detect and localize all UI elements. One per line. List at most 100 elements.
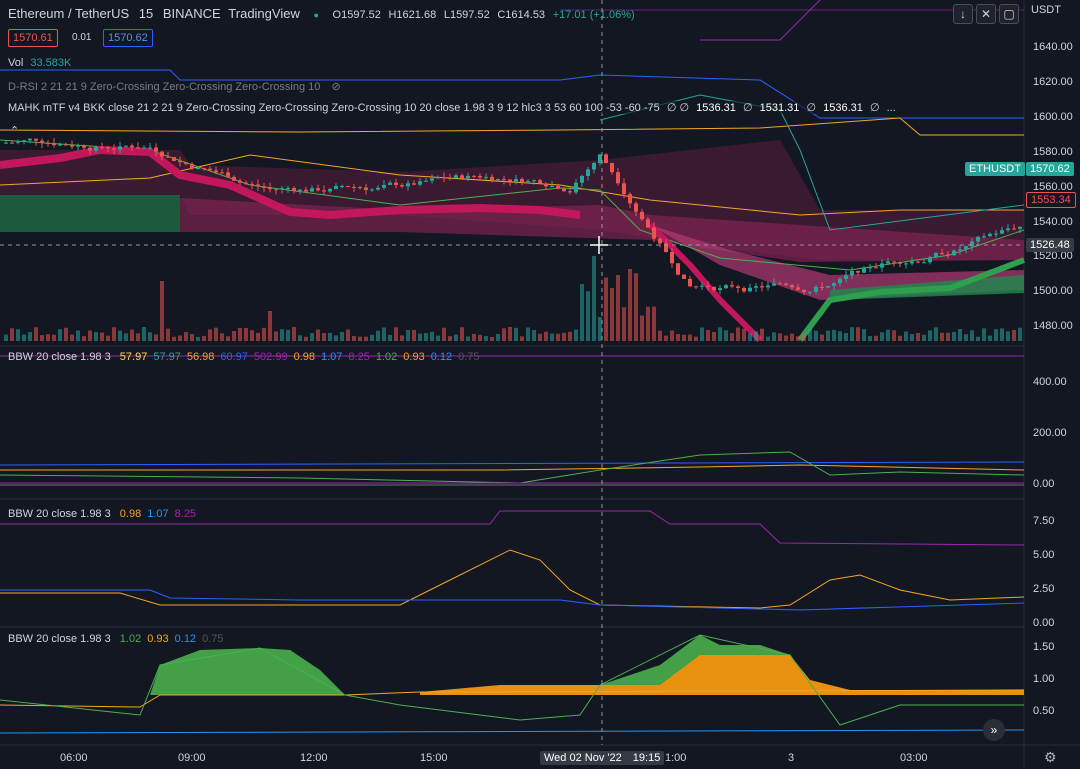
candle [994,233,998,235]
volume-bar [886,329,890,341]
drsi-legend: D-RSI 2 21 21 9 Zero-Crossing Zero-Cross… [8,80,341,93]
candle [88,147,92,151]
candle [46,142,50,144]
crosshair-time: 19:15 [632,752,661,764]
volume-bar [82,336,86,341]
volume-bar [490,336,494,341]
volume-bar [316,329,320,341]
candle [838,278,842,284]
symbol-name[interactable]: Ethereum / TetherUS [8,6,129,21]
candle [934,253,938,258]
candle [112,148,116,150]
volume-bar [406,329,410,341]
volume-bar [28,332,32,341]
ohlc-change: +17.01 (+1.06%) [552,9,635,21]
price-axis-tick: 1600.00 [1033,110,1073,123]
candle [676,263,680,275]
volume-bar [898,335,902,341]
volume-bar [622,307,626,341]
candle [952,250,956,256]
volume-bar [16,329,20,341]
candle [652,227,656,239]
candle [706,285,710,287]
candle [616,172,620,184]
volume-bar [580,284,584,341]
band-clouds [0,140,1024,300]
volume-bar [442,327,446,341]
mahk-legend: MAHK mTF v4 BKK close 21 2 21 9 Zero-Cro… [8,101,896,114]
bbw2-axis-tick: 2.50 [1033,583,1055,595]
candle [778,283,782,285]
volume-bar [730,333,734,341]
candle [214,170,218,173]
interval: 15 [138,6,154,21]
currency-label[interactable]: USDT [1031,4,1061,16]
candle [64,144,68,146]
candle [172,157,176,161]
volume-bar [790,333,794,341]
candle [814,286,818,292]
bid-box[interactable]: 1570.61 [8,29,58,47]
volume-bar [436,335,440,341]
volume-bar [616,275,620,341]
volume-bar [454,334,458,341]
bbw2-axis-tick: 5.00 [1033,549,1055,561]
volume-bar [574,329,578,341]
bbw1-value-3: 60.97 [220,351,248,363]
chevron-down-icon[interactable]: ↓ [953,4,973,24]
volume-bar [160,281,164,341]
bbw2-value-2: 8.25 [174,508,197,520]
candle [364,187,368,191]
bbw1-lines [0,355,1025,486]
volume-bar [394,327,398,341]
candle [562,188,566,192]
volume-bar [760,328,764,341]
ohlc-low: L1597.52 [443,9,490,21]
candle [880,263,884,268]
candle [916,261,920,263]
candle [802,289,806,293]
eye-hidden-icon[interactable]: ⊘ [331,81,340,93]
mahk-more[interactable]: ... [887,102,896,114]
ask-box[interactable]: 1570.62 [103,29,153,47]
bbw1-value-7: 8.25 [348,351,370,363]
volume-bar [52,334,56,341]
close-icon[interactable]: ✕ [976,4,996,24]
bbw2-axis-tick: 0.00 [1033,617,1055,629]
volume-bar [112,327,116,341]
volume-bar [34,327,38,341]
scroll-to-end-icon[interactable]: » [983,719,1005,741]
mahk-v1: ∅ [666,102,677,114]
candle [286,188,290,190]
collapse-legend-icon[interactable]: ⌃ [10,124,19,137]
mahk-v7: 1536.31 [823,102,863,114]
candle [178,160,182,163]
volume-bar [76,330,80,341]
volume-bar [46,334,50,341]
candle [502,179,506,181]
volume-bar [1018,327,1022,341]
volume-bar [286,329,290,341]
volume-bar [754,331,758,341]
settings-gear-icon[interactable]: ⚙ [1044,749,1057,766]
price-axis-tick: 1620.00 [1033,75,1073,88]
symbol-header: Ethereum / TetherUS 15 BINANCE TradingVi… [8,6,635,21]
volume-bar [10,328,14,341]
volume-bar [172,336,176,341]
volume-bar [724,330,728,341]
volume-bar [274,331,278,341]
candle [94,147,98,151]
chart-canvas[interactable] [0,0,1080,769]
candle [412,183,416,185]
candle [874,267,878,269]
volume-bar [472,333,476,341]
bbw3-value-1: 0.93 [147,633,169,645]
volume-bar [544,331,548,341]
candle [10,142,14,144]
candle [490,176,494,181]
volume-bar [328,332,332,341]
price-axis-tick: 1580.00 [1033,145,1073,158]
volume-bar [142,327,146,341]
maximize-icon[interactable]: ▢ [999,4,1019,24]
volume-bar [946,332,950,341]
